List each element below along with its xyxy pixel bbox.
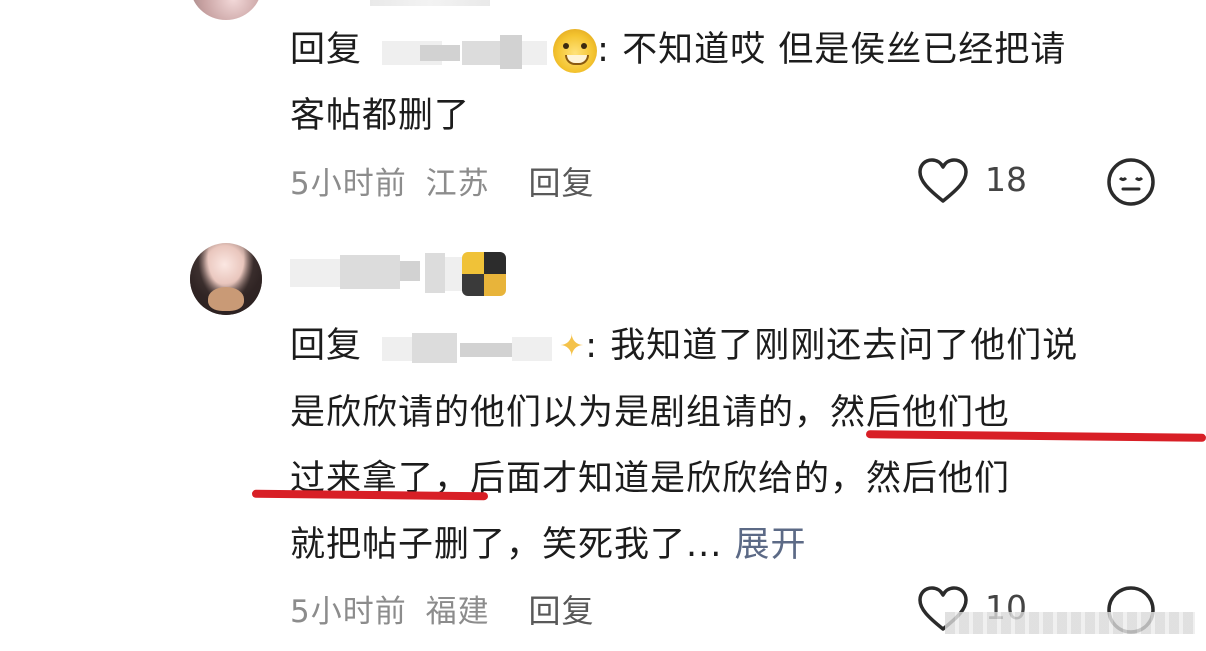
- expand-link[interactable]: 展开: [735, 525, 807, 565]
- comment2-body[interactable]: 回复 ✦: 我知道了刚刚还去问了他们说 是欣欣请的他们以为是剧组请的，然后他们也…: [290, 313, 1190, 578]
- comment2-text-4: 就把帖子删了，笑死我了...: [290, 525, 735, 565]
- comment1-location: 江苏: [425, 166, 490, 202]
- comment2-badge-emoji: [462, 252, 506, 296]
- comment1-text-1: : 不知道哎 但是侯丝已经把请: [597, 30, 1067, 70]
- comment1-like-button[interactable]: [916, 157, 972, 207]
- reply-to-username-masked[interactable]: [382, 331, 557, 363]
- comment1-meta: 5小时前 江苏 回复: [290, 158, 594, 204]
- sparkle-icon: ✦: [559, 329, 586, 364]
- comment1-line1: 回复 : 不知道哎 但是侯丝已经把请: [290, 17, 1190, 83]
- comment2-line1: 回复 ✦: 我知道了刚刚还去问了他们说: [290, 313, 1190, 380]
- comment2-meta: 5小时前 福建 回复: [290, 586, 594, 632]
- comment1-line2: 客帖都删了: [290, 96, 471, 136]
- comment2-line4: 就把帖子删了，笑死我了... 展开: [290, 512, 1190, 578]
- comment2-text-1: : 我知道了刚刚还去问了他们说: [585, 326, 1079, 366]
- reply-prefix: 回复: [290, 30, 363, 70]
- comment2-reply-button[interactable]: 回复: [528, 592, 594, 630]
- comment1-time: 5小时前: [290, 166, 407, 202]
- comment2-location: 福建: [425, 594, 490, 630]
- comment1-reaction-button[interactable]: [1105, 156, 1157, 208]
- comment2-time: 5小时前: [290, 594, 407, 630]
- heart-outline-icon: [916, 157, 972, 205]
- neutral-face-icon: [1105, 156, 1157, 208]
- reply-to-username-masked[interactable]: [382, 35, 548, 69]
- comment2-line3: 过来拿了，后面才知道是欣欣给的，然后他们: [290, 459, 1011, 499]
- comment2-avatar[interactable]: [190, 243, 262, 315]
- comment1-body[interactable]: 回复 : 不知道哎 但是侯丝已经把请 客帖都删了: [290, 17, 1190, 149]
- reply-prefix: 回复: [290, 326, 363, 366]
- highlight-underline-2: [251, 489, 489, 501]
- tiger-emoji-icon: [553, 29, 598, 73]
- avatar-top-partial[interactable]: [190, 0, 262, 20]
- comment1-like-count: 18: [985, 160, 1027, 199]
- avatar-bear-toy: [208, 287, 244, 311]
- username-top-partial: [370, 0, 490, 6]
- watermark-strip: [945, 612, 1195, 634]
- comment1-reply-button[interactable]: 回复: [528, 164, 594, 202]
